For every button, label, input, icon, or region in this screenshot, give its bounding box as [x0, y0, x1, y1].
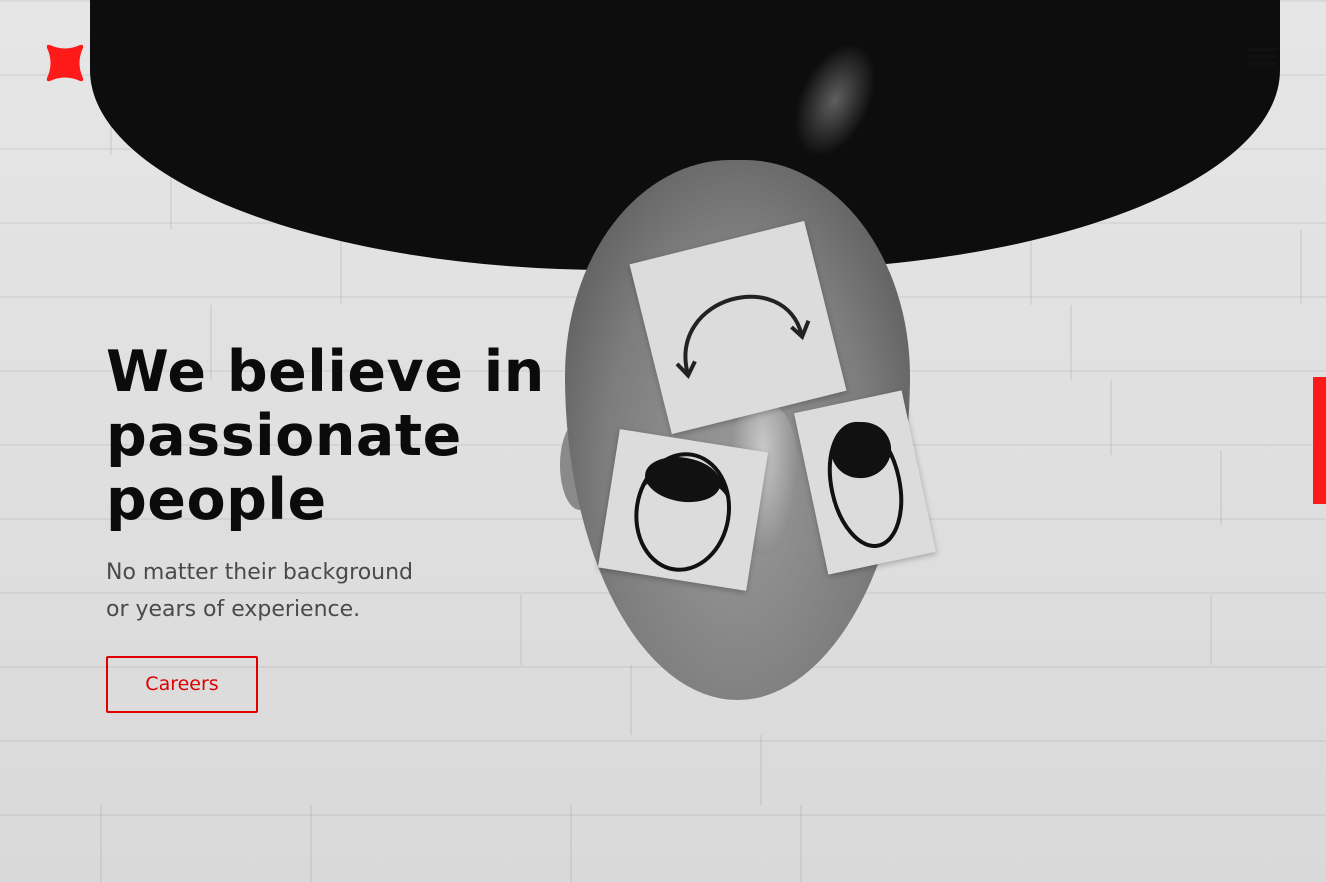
hero-subtitle: No matter their background or years of e…	[106, 554, 486, 628]
subtitle-line-2: or years of experience.	[106, 597, 361, 622]
left-eye-note	[597, 429, 769, 591]
careers-button[interactable]: Careers	[106, 656, 258, 713]
hero-section: We believe in passionate people No matte…	[106, 340, 576, 713]
headline-line-3: people	[106, 467, 327, 533]
page: We believe in passionate people No matte…	[0, 0, 1326, 882]
hamburger-menu-icon[interactable]	[1246, 48, 1280, 76]
hero-headline: We believe in passionate people	[106, 340, 576, 532]
headline-line-1: We believe in	[106, 339, 545, 405]
side-scroll-indicator[interactable]	[1313, 377, 1326, 504]
subtitle-line-1: No matter their background	[106, 560, 414, 585]
red-x-logo-icon[interactable]	[44, 42, 86, 84]
headline-line-2: passionate	[106, 403, 462, 469]
